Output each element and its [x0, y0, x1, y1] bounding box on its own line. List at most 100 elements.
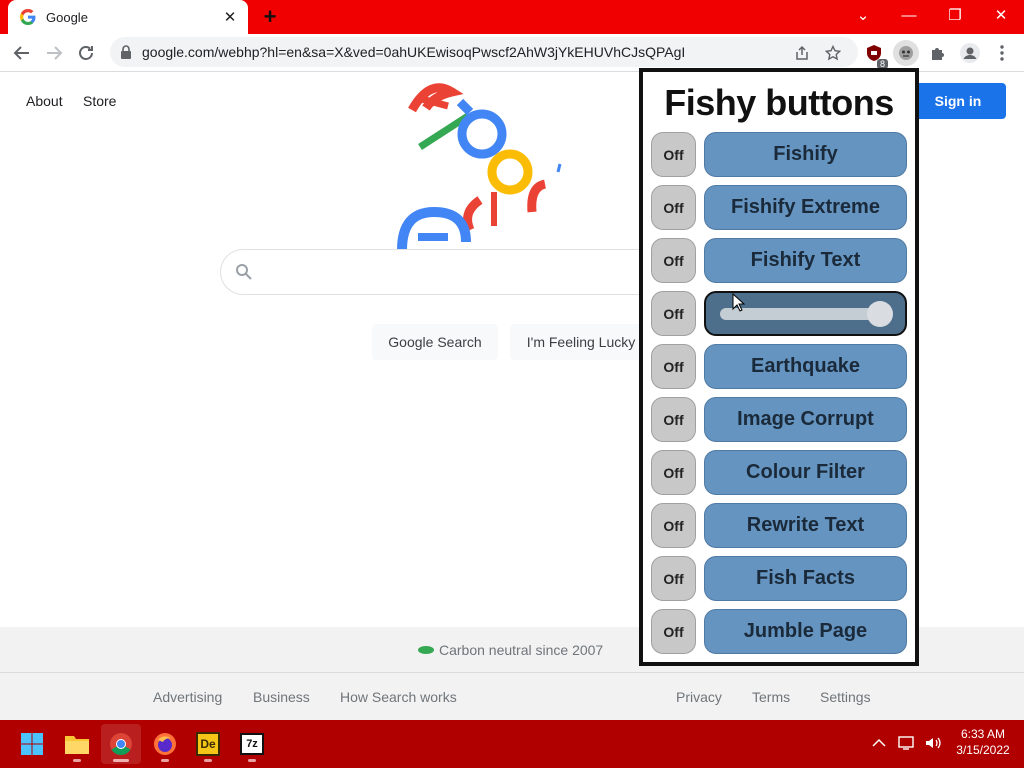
doodle-letter-e: [408, 83, 464, 113]
forward-arrow-icon: [47, 46, 63, 60]
file-explorer-taskbar-button[interactable]: [57, 724, 97, 764]
how-search-works-link[interactable]: How Search works: [340, 689, 457, 705]
chrome-taskbar-button[interactable]: [101, 724, 141, 764]
google-search-button[interactable]: Google Search: [372, 324, 498, 360]
7zip-label: 7z: [246, 738, 258, 750]
privacy-link[interactable]: Privacy: [676, 689, 722, 705]
ublock-extension-icon[interactable]: 8: [862, 41, 888, 69]
fishify-extreme-button[interactable]: Fishify Extreme: [704, 185, 907, 230]
tray-overflow-chevron-icon[interactable]: [872, 738, 886, 748]
business-link[interactable]: Business: [253, 689, 310, 705]
google-doodle-logo[interactable]: [390, 72, 570, 250]
fishify-text-toggle-button[interactable]: Off: [651, 238, 696, 283]
tab-close-icon[interactable]: ✕: [220, 7, 240, 27]
tab-search-dropdown-icon[interactable]: ⌄: [840, 0, 886, 30]
leaf-icon: [418, 646, 434, 654]
colour-filter-button[interactable]: Colour Filter: [704, 450, 907, 495]
carbon-neutral-note[interactable]: Carbon neutral since 2007: [418, 642, 603, 658]
advertising-link[interactable]: Advertising: [153, 689, 222, 705]
close-window-button[interactable]: ✕: [978, 0, 1024, 30]
doodle-fragment: [556, 163, 562, 173]
slider-thumb[interactable]: [867, 301, 893, 327]
file-explorer-icon: [65, 736, 89, 754]
volume-icon[interactable]: [924, 736, 942, 750]
url-text: google.com/webhp?hl=en&sa=X&ved=0ahUKEwi…: [142, 44, 686, 60]
restore-button[interactable]: ❐: [932, 0, 978, 30]
doodle-letter-g: [456, 98, 507, 159]
fish-facts-toggle-button[interactable]: Off: [651, 556, 696, 601]
active-indicator: [113, 759, 129, 762]
fishify-button[interactable]: Fishify: [704, 132, 907, 177]
about-link[interactable]: About: [26, 93, 63, 109]
fishify-text-button[interactable]: Fishify Text: [704, 238, 907, 283]
terms-link[interactable]: Terms: [752, 689, 790, 705]
fishy-extension-icon[interactable]: [893, 40, 919, 66]
network-icon[interactable]: [898, 735, 916, 751]
share-glyph-icon: [796, 45, 808, 60]
reload-icon: [79, 46, 93, 60]
7zip-icon: 7z: [240, 733, 264, 755]
adobe-dreamweaver-icon: De: [196, 732, 220, 756]
kebab-icon: [1000, 45, 1004, 61]
dreamweaver-taskbar-button[interactable]: De: [188, 724, 228, 764]
star-glyph-icon: [825, 45, 841, 61]
extensions-puzzle-icon[interactable]: [926, 41, 950, 65]
bookmark-star-icon[interactable]: [823, 43, 843, 63]
windows-taskbar: De 7z: [0, 720, 1024, 768]
rewrite-text-toggle-button[interactable]: Off: [651, 503, 696, 548]
image-corrupt-toggle-button[interactable]: Off: [651, 397, 696, 442]
back-button[interactable]: [8, 39, 36, 67]
dreamweaver-label: De: [200, 737, 216, 751]
store-link[interactable]: Store: [83, 93, 116, 109]
image-corrupt-button[interactable]: Image Corrupt: [704, 397, 907, 442]
running-indicator: [161, 759, 169, 762]
google-favicon-icon: [20, 9, 36, 25]
running-indicator: [73, 759, 81, 762]
7zip-taskbar-button[interactable]: 7z: [232, 724, 272, 764]
intensity-slider[interactable]: [704, 291, 907, 336]
doodle-letter-capital-g: [397, 206, 471, 250]
clock-date: 3/15/2022: [956, 743, 1010, 757]
fishy-buttons-popup: Fishy buttons Off Fishify Off Fishify Ex…: [639, 68, 919, 666]
firefox-icon: [154, 733, 176, 755]
browser-toolbar: google.com/webhp?hl=en&sa=X&ved=0ahUKEwi…: [0, 34, 1024, 72]
taskbar-clock[interactable]: 6:33 AM 3/15/2022: [948, 726, 1018, 758]
colour-filter-toggle-button[interactable]: Off: [651, 450, 696, 495]
share-icon[interactable]: [792, 43, 812, 63]
fishify-toggle-button[interactable]: Off: [651, 132, 696, 177]
feeling-lucky-button[interactable]: I'm Feeling Lucky: [510, 324, 652, 360]
mouse-cursor-icon: [732, 293, 746, 312]
person-icon: [960, 43, 980, 63]
doodle-letter-o2: [527, 179, 547, 213]
fish-facts-button[interactable]: Fish Facts: [704, 556, 907, 601]
fishify-extreme-toggle-button[interactable]: Off: [651, 185, 696, 230]
firefox-taskbar-button[interactable]: [145, 724, 185, 764]
back-arrow-icon: [13, 46, 29, 60]
puzzle-glyph-icon: [932, 48, 944, 60]
tab-google[interactable]: Google ✕: [8, 0, 248, 34]
jumble-page-button[interactable]: Jumble Page: [704, 609, 907, 654]
minimize-button[interactable]: —: [886, 0, 932, 30]
doodle-letter-o: [487, 149, 533, 195]
start-button[interactable]: [12, 724, 52, 764]
reload-button[interactable]: [72, 39, 100, 67]
profile-avatar-icon[interactable]: [958, 41, 982, 65]
slider-toggle-button[interactable]: Off: [651, 291, 696, 336]
running-indicator: [204, 759, 212, 762]
tab-title: Google: [46, 9, 88, 25]
jumble-page-toggle-button[interactable]: Off: [651, 609, 696, 654]
chrome-menu-icon[interactable]: [990, 41, 1014, 65]
clock-time: 6:33 AM: [960, 727, 1006, 741]
rewrite-text-button[interactable]: Rewrite Text: [704, 503, 907, 548]
windows-start-icon: [21, 733, 43, 755]
settings-link[interactable]: Settings: [820, 689, 871, 705]
running-indicator: [248, 759, 256, 762]
new-tab-button[interactable]: +: [258, 4, 282, 29]
earthquake-button[interactable]: Earthquake: [704, 344, 907, 389]
earthquake-toggle-button[interactable]: Off: [651, 344, 696, 389]
address-bar[interactable]: google.com/webhp?hl=en&sa=X&ved=0ahUKEwi…: [110, 37, 858, 67]
carbon-text: Carbon neutral since 2007: [439, 642, 604, 658]
forward-button[interactable]: [40, 39, 68, 67]
sign-in-button[interactable]: Sign in: [910, 83, 1006, 119]
lock-icon: [121, 45, 131, 59]
